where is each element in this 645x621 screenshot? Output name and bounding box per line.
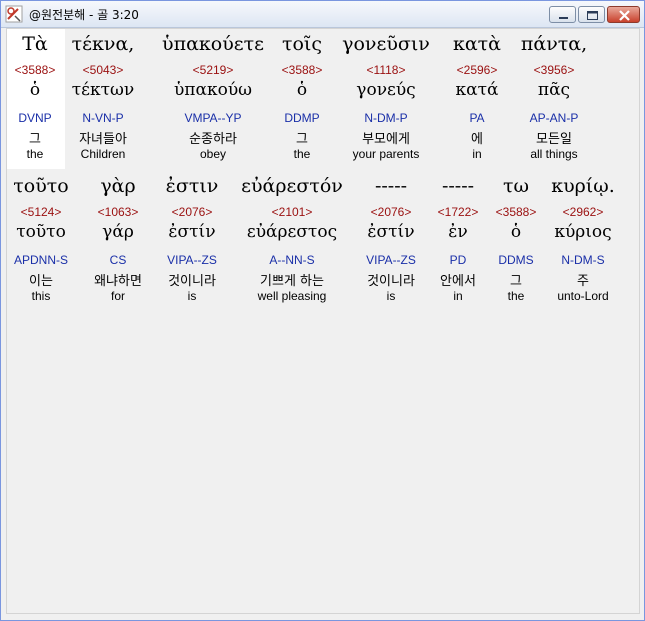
strong-number: <3588> — [495, 205, 537, 219]
minimize-button[interactable] — [549, 6, 576, 23]
greek-word[interactable]: κυρίῳ. — [551, 175, 615, 197]
lemma: ὁ — [510, 222, 522, 242]
lemma: ἐστίν — [367, 222, 415, 242]
greek-word[interactable]: ----- — [375, 175, 407, 197]
korean-gloss: 순종하라 — [189, 132, 237, 147]
greek-word[interactable]: τέκνα, — [72, 33, 135, 55]
strong-number: <3588> — [281, 63, 323, 77]
parse-code: DDMS — [498, 253, 534, 267]
korean-gloss: 자녀들아 — [79, 132, 127, 147]
parse-code: PA — [469, 111, 485, 125]
parse-code: VMPA--YP — [184, 111, 242, 125]
korean-gloss: 그 — [29, 132, 41, 147]
greek-word[interactable]: τω — [503, 175, 529, 197]
lemma: ὑπακούω — [173, 80, 253, 100]
lemma: γονεύς — [356, 80, 416, 100]
title-bar[interactable]: @원전분해 - 골 3:20 — [1, 1, 644, 28]
parse-code: DDMP — [284, 111, 320, 125]
english-gloss: for — [110, 289, 126, 303]
strong-number: <5124> — [20, 205, 62, 219]
english-gloss: in — [472, 147, 482, 161]
close-button[interactable] — [607, 6, 640, 23]
korean-gloss: 기쁘게 하는 — [260, 274, 324, 289]
korean-gloss: 모든일 — [536, 132, 572, 147]
strong-number: <2076> — [171, 205, 213, 219]
parse-code: DVNP — [18, 111, 52, 125]
english-gloss: in — [453, 289, 463, 303]
korean-gloss: 왜냐하면 — [94, 274, 142, 289]
parse-code: N-VN-P — [82, 111, 124, 125]
greek-word[interactable]: ὑπακούετε — [162, 33, 264, 55]
english-gloss: obey — [199, 147, 227, 161]
korean-gloss: 에 — [471, 132, 483, 147]
strong-number: <1722> — [437, 205, 479, 219]
lemma: τέκτων — [71, 80, 135, 100]
strong-number: <2076> — [370, 205, 412, 219]
maximize-button[interactable] — [578, 6, 605, 23]
strong-number: <2962> — [562, 205, 604, 219]
parse-code: VIPA--ZS — [366, 253, 416, 267]
lemma: ὁ — [29, 80, 41, 100]
parse-code: VIPA--ZS — [167, 253, 217, 267]
korean-gloss: 주 — [577, 274, 589, 289]
lemma: πᾶς — [537, 80, 571, 100]
strong-number: <5219> — [192, 63, 234, 77]
greek-word[interactable]: κατὰ — [453, 33, 501, 55]
greek-word[interactable]: ἐστιν — [166, 175, 219, 197]
strong-number: <5043> — [82, 63, 124, 77]
app-icon — [5, 5, 23, 23]
parse-code: AP-AN-P — [529, 111, 579, 125]
strong-number: <3956> — [533, 63, 575, 77]
english-gloss: all things — [530, 147, 578, 161]
korean-gloss: 그 — [296, 132, 308, 147]
lemma: ὁ — [296, 80, 308, 100]
lemma: ἐν — [448, 222, 468, 242]
lemma: κατά — [455, 80, 499, 100]
english-gloss: well pleasing — [257, 289, 327, 303]
parse-code: N-DM-S — [561, 253, 605, 267]
korean-gloss: 그 — [510, 274, 522, 289]
korean-gloss: 안에서 — [440, 274, 476, 289]
english-gloss: is — [187, 289, 197, 303]
strong-number: <1118> — [366, 63, 406, 77]
english-gloss: is — [386, 289, 396, 303]
strong-number: <2596> — [456, 63, 498, 77]
parse-code: APDNN-S — [13, 253, 69, 267]
strong-number: <1063> — [97, 205, 139, 219]
greek-word[interactable]: τοῖς — [282, 33, 322, 55]
strong-number: <2101> — [271, 205, 313, 219]
window-title: @원전분해 - 골 3:20 — [29, 8, 139, 22]
korean-gloss: 이는 — [29, 274, 53, 289]
parse-code: N-DM-P — [364, 111, 408, 125]
greek-word[interactable]: ----- — [442, 175, 474, 197]
lemma: εὐάρεστος — [246, 222, 338, 242]
korean-gloss: 것이니라 — [367, 274, 415, 289]
parse-code: A--NN-S — [269, 253, 315, 267]
english-gloss: the — [26, 147, 44, 161]
korean-gloss: 것이니라 — [168, 274, 216, 289]
greek-word[interactable]: γονεῦσιν — [342, 33, 430, 55]
strong-number: <3588> — [14, 63, 56, 77]
greek-word[interactable]: τοῦτο — [13, 175, 68, 197]
english-gloss: the — [293, 147, 311, 161]
english-gloss: your parents — [352, 147, 420, 161]
english-gloss: the — [507, 289, 525, 303]
lemma: ἐστίν — [168, 222, 216, 242]
greek-word[interactable]: πάντα, — [521, 33, 587, 55]
english-gloss: unto-Lord — [557, 289, 609, 303]
english-gloss: Children — [80, 147, 126, 161]
greek-word[interactable]: γὰρ — [100, 175, 135, 197]
english-gloss: this — [31, 289, 51, 303]
lemma: γάρ — [102, 222, 134, 242]
korean-gloss: 부모에게 — [362, 132, 410, 147]
lemma: κύριος — [554, 222, 612, 242]
greek-word[interactable]: Τὰ — [22, 33, 48, 55]
lemma: τοῦτο — [16, 222, 66, 242]
parse-code: CS — [109, 253, 127, 267]
parse-code: PD — [449, 253, 467, 267]
greek-word[interactable]: εὐάρεστόν — [241, 175, 343, 197]
